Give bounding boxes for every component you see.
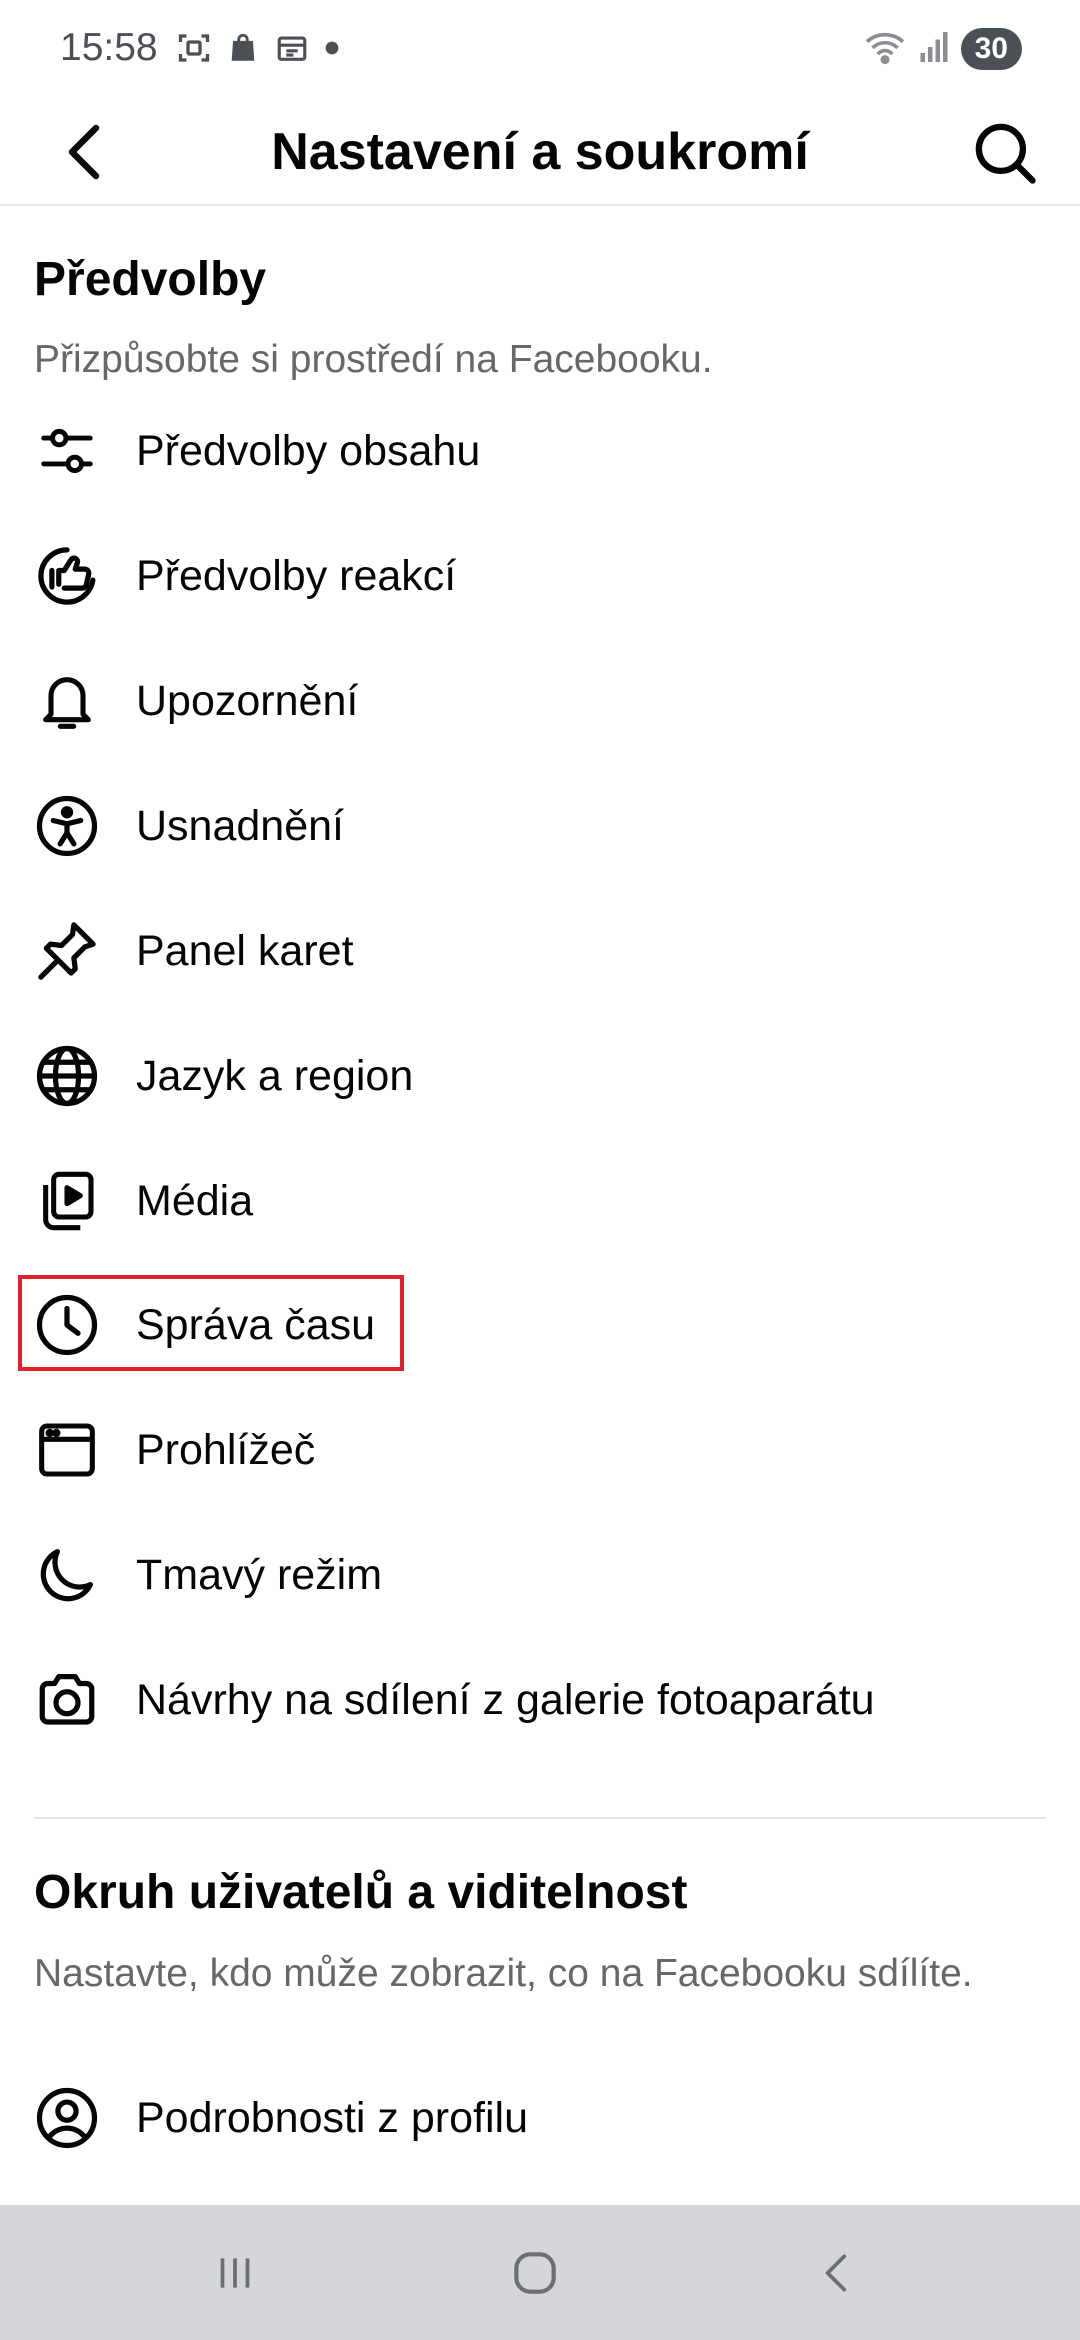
menu-item-profile-details[interactable]: Podrobnosti z profilu [0,2055,1080,2180]
globe-icon [34,1043,100,1109]
shopping-bag-icon [226,31,260,65]
section-divider [34,1817,1046,1819]
menu-item-label: Předvolby reakcí [136,551,457,600]
menu-item-content-preferences[interactable]: Předvolby obsahu [0,388,1080,513]
thumbs-up-reaction-icon [34,543,100,609]
top-app-bar: Nastavení a soukromí [0,100,1080,206]
menu-item-label: Podrobnosti z profilu [136,2093,528,2142]
section-title-audience-visibility: Okruh uživatelů a viditelnost [34,1866,688,1919]
profile-icon [34,2085,100,2151]
accessibility-icon [34,793,100,859]
menu-item-notifications[interactable]: Upozornění [0,638,1080,763]
camera-icon [34,1667,100,1733]
sliders-icon [34,418,100,484]
section-title-preferences: Předvolby [34,253,267,306]
menu-item-label: Prohlížeč [136,1425,316,1474]
browser-icon [34,1417,100,1483]
status-notification-icons [176,30,340,66]
menu-item-dark-mode[interactable]: Tmavý režim [0,1512,1080,1637]
home-button[interactable] [455,2205,615,2340]
menu-item-label: Návrhy na sdílení z galerie fotoaparátu [136,1675,875,1724]
menu-item-label: Panel karet [136,926,354,975]
page-title: Nastavení a soukromí [271,123,809,181]
home-icon [514,2251,556,2294]
menu-item-camera-roll-suggestions[interactable]: Návrhy na sdílení z galerie fotoaparátu [0,1637,1080,1762]
recent-apps-icon [220,2257,250,2288]
calendar-icon [274,31,310,65]
status-system-icons: 30 [863,28,1022,70]
menu-item-label: Média [136,1176,254,1225]
moon-icon [34,1542,100,1608]
menu-item-tab-bar[interactable]: Panel karet [0,888,1080,1013]
menu-item-media[interactable]: Média [0,1138,1080,1263]
status-bar: 15:58 30 [0,0,1080,100]
search-button[interactable] [960,108,1050,198]
wifi-icon [863,29,907,70]
system-back-button[interactable] [758,2205,918,2340]
menu-item-browser[interactable]: Prohlížeč [0,1387,1080,1512]
section-subtitle-preferences: Přizpůsobte si prostředí na Facebooku. [34,338,713,381]
pin-icon [34,918,100,984]
search-icon [975,123,1036,184]
menu-item-label: Předvolby obsahu [136,426,481,475]
menu-item-accessibility[interactable]: Usnadnění [0,763,1080,888]
dot-icon [324,40,340,56]
signal-icon [919,30,949,69]
highlight-box [18,1275,404,1371]
menu-item-label: Usnadnění [136,801,344,850]
menu-item-label: Tmavý režim [136,1550,383,1599]
menu-item-reaction-preferences[interactable]: Předvolby reakcí [0,513,1080,638]
section-subtitle-audience-visibility: Nastavte, kdo může zobrazit, co na Faceb… [34,1952,973,1995]
bell-icon [34,668,100,734]
menu-item-label: Upozornění [136,676,359,725]
screenshot-icon [176,30,212,66]
status-time: 15:58 [60,26,158,69]
menu-item-language-region[interactable]: Jazyk a region [0,1013,1080,1138]
media-icon [34,1168,100,1234]
system-navigation-bar [0,2205,1080,2340]
battery-indicator: 30 [960,28,1022,70]
chevron-left-icon [825,2253,847,2292]
menu-item-label: Jazyk a region [136,1051,414,1100]
recent-apps-button[interactable] [155,2205,315,2340]
